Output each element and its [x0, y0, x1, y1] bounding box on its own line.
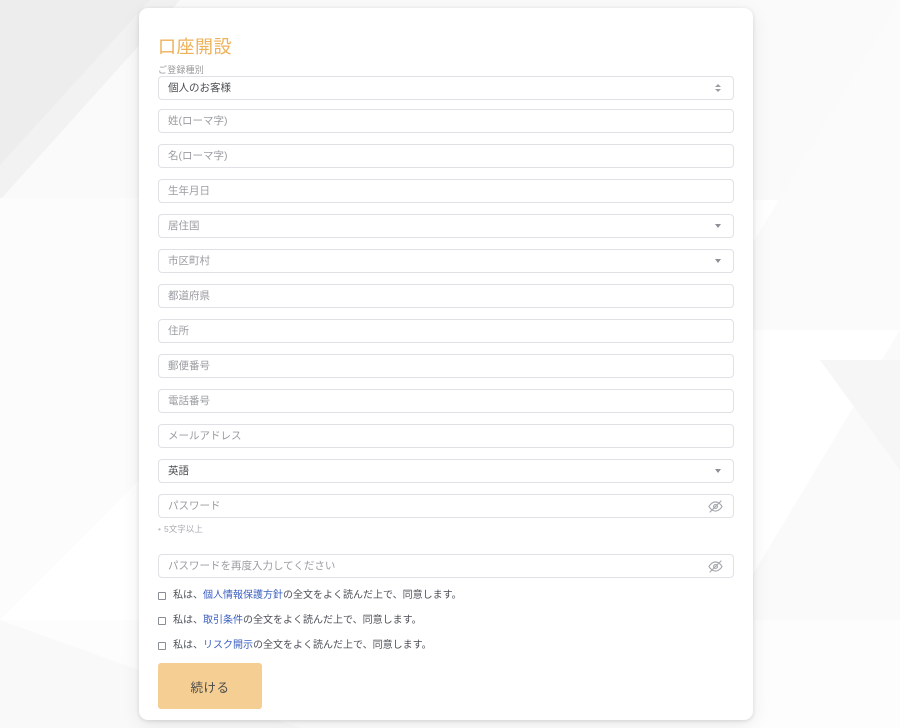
registration-type-value: 個人のお客様 [168, 82, 231, 94]
agreement-suffix: の全文をよく読んだ上で、同意します。 [283, 590, 462, 601]
password-hint-text: 5文字以上 [163, 524, 203, 534]
select-spinner-icon[interactable] [713, 81, 722, 95]
agreement-row-privacy-policy[interactable]: 私は、 個人情報保護方針 の全文をよく読んだ上で、同意します。 [158, 589, 734, 603]
checkbox-unchecked-icon[interactable] [158, 617, 166, 625]
birthdate-field[interactable]: 生年月日 [158, 179, 734, 203]
hint-bullet: • [158, 524, 161, 534]
checkbox-unchecked-icon[interactable] [158, 642, 166, 650]
phone-placeholder: 電話番号 [168, 395, 210, 407]
password-field[interactable]: パスワード [158, 494, 734, 518]
checkbox-unchecked-icon[interactable] [158, 592, 166, 600]
registration-card: 口座開設 ご登録種別 個人のお客様 姓(ローマ字) 名(ローマ字) 生年月日 居… [139, 8, 753, 720]
language-select[interactable]: 英語 [158, 459, 734, 483]
agreement-suffix: の全文をよく読んだ上で、同意します。 [243, 615, 422, 626]
agreement-suffix: の全文をよく読んだ上で、同意します。 [253, 640, 432, 651]
password-hint: • 5文字以上 [158, 524, 203, 535]
email-field[interactable]: メールアドレス [158, 424, 734, 448]
chevron-down-icon[interactable] [715, 224, 721, 228]
privacy-policy-link[interactable]: 個人情報保護方針 [203, 589, 283, 603]
language-value: 英語 [168, 465, 189, 477]
country-placeholder: 居住国 [168, 220, 200, 232]
prefecture-field[interactable]: 都道府県 [158, 284, 734, 308]
password-placeholder: パスワード [168, 500, 221, 512]
last-name-field[interactable]: 姓(ローマ字) [158, 109, 734, 133]
birthdate-placeholder: 生年月日 [168, 185, 210, 197]
registration-type-label: ご登録種別 [158, 65, 205, 75]
eye-off-icon[interactable] [708, 499, 723, 514]
postal-code-field[interactable]: 郵便番号 [158, 354, 734, 378]
continue-button[interactable]: 続ける [158, 663, 262, 709]
eye-off-icon[interactable] [708, 559, 723, 574]
chevron-down-icon[interactable] [715, 259, 721, 263]
address-field[interactable]: 住所 [158, 319, 734, 343]
agreement-row-risk-disclosure[interactable]: 私は、 リスク開示 の全文をよく読んだ上で、同意します。 [158, 639, 734, 653]
city-placeholder: 市区町村 [168, 255, 210, 267]
first-name-placeholder: 名(ローマ字) [168, 150, 228, 162]
agreement-prefix: 私は、 [173, 640, 203, 651]
city-select[interactable]: 市区町村 [158, 249, 734, 273]
terms-of-trading-link[interactable]: 取引条件 [203, 614, 243, 628]
address-placeholder: 住所 [168, 325, 189, 337]
country-select[interactable]: 居住国 [158, 214, 734, 238]
page-title: 口座開設 [158, 37, 232, 57]
last-name-placeholder: 姓(ローマ字) [168, 115, 228, 127]
prefecture-placeholder: 都道府県 [168, 290, 210, 302]
phone-field[interactable]: 電話番号 [158, 389, 734, 413]
agreement-prefix: 私は、 [173, 590, 203, 601]
postal-code-placeholder: 郵便番号 [168, 360, 210, 372]
agreement-prefix: 私は、 [173, 615, 203, 626]
password-confirm-placeholder: パスワードを再度入力してください [168, 560, 336, 572]
first-name-field[interactable]: 名(ローマ字) [158, 144, 734, 168]
risk-disclosure-link[interactable]: リスク開示 [203, 639, 253, 653]
chevron-down-icon[interactable] [715, 469, 721, 473]
password-confirm-field[interactable]: パスワードを再度入力してください [158, 554, 734, 578]
email-placeholder: メールアドレス [168, 430, 242, 442]
registration-type-select[interactable]: 個人のお客様 [158, 76, 734, 100]
agreement-row-terms-of-trading[interactable]: 私は、 取引条件 の全文をよく読んだ上で、同意します。 [158, 614, 734, 628]
